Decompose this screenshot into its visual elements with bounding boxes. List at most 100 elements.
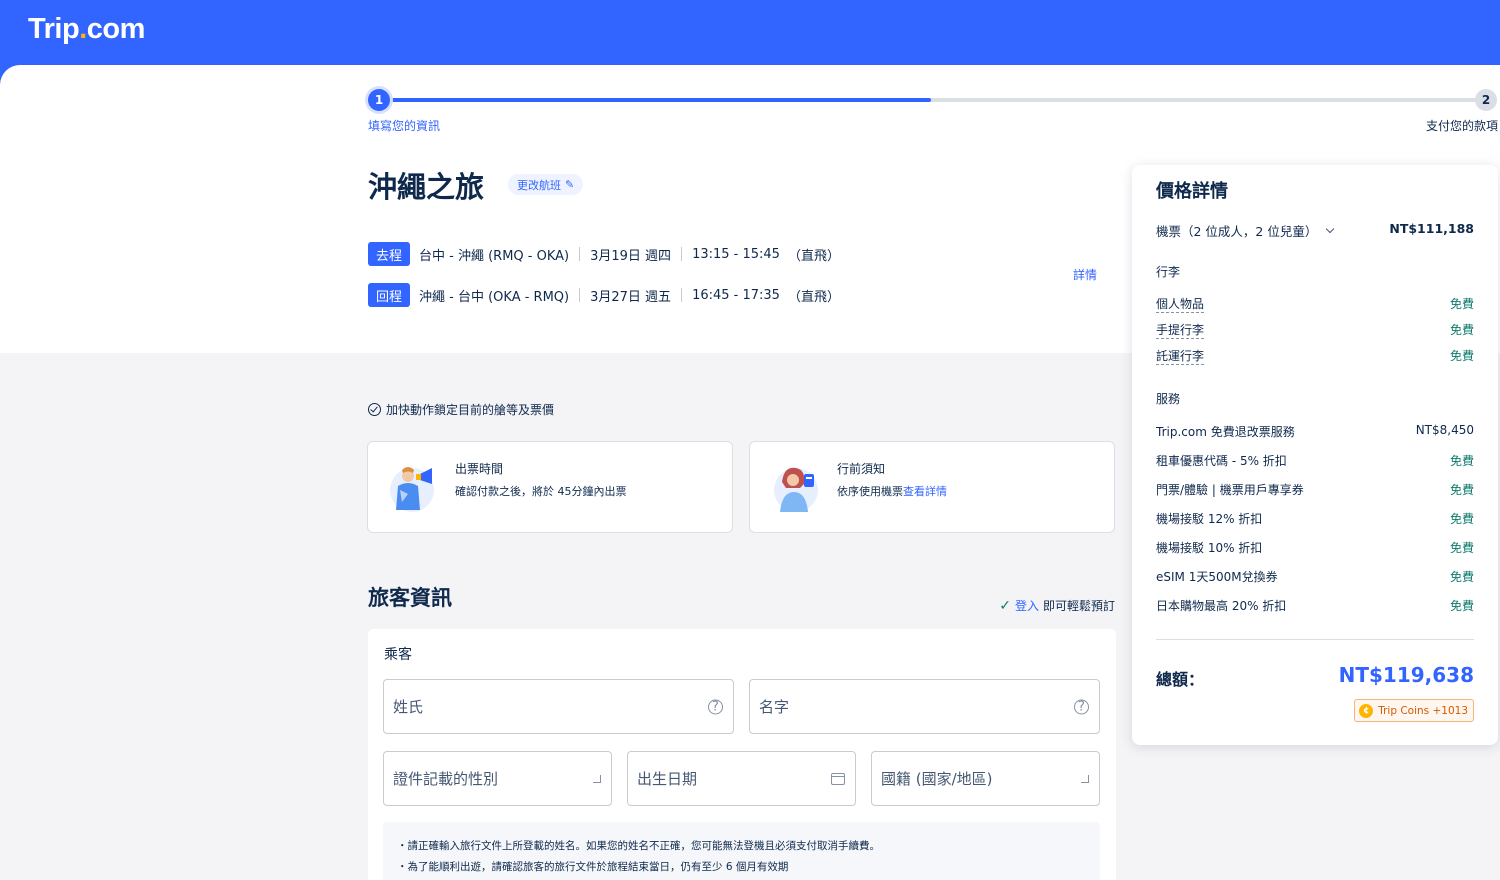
baggage-row: 託運行李 免費 [1156,347,1474,365]
outbound-type: （直飛） [787,248,840,264]
edit-icon: ✎ [565,178,575,191]
service-row: 日本購物最高 20% 折扣 免費 [1156,597,1474,615]
last-name-field[interactable]: 姓氏 ? [383,679,734,734]
date-of-birth-field[interactable]: 出生日期 [627,751,856,806]
service-value: 免費 [1449,483,1474,497]
nationality-placeholder: 國籍 (國家/地區) [881,770,993,788]
help-icon[interactable]: ? [1074,699,1089,714]
return-tag: 回程 [368,283,411,307]
services-heading: 服務 [1156,392,1181,406]
help-icon[interactable]: ? [708,699,723,714]
step-2-label: 支付您的款項 [1425,119,1498,133]
view-details-link[interactable]: 查看詳情 [903,485,947,498]
service-value: 免費 [1449,541,1474,555]
return-type: （直飛） [787,289,840,305]
passenger-form: 乘客 姓氏 ? 名字 ? 證件記載的性別 出生日期 國籍 (國家/地區) ・請正… [368,629,1116,880]
passenger-label: 乘客 [384,647,412,663]
baggage-heading: 行李 [1156,265,1181,279]
service-name: eSIM 1天500M兌換券 [1156,570,1278,584]
change-flight-button[interactable]: 更改航班 ✎ [508,174,584,195]
megaphone-person-illustration [390,467,434,512]
change-flight-label: 更改航班 [517,178,561,192]
price-details-panel: 價格詳情 機票（2 位成人，2 位兒童） NT$111,188 行李 個人物品 … [1132,165,1498,745]
ticket-label: 機票（2 位成人，2 位兒童） [1156,224,1318,239]
calendar-icon [831,772,845,785]
login-hint: ✓ 登入 即可輕鬆預訂 [999,597,1115,614]
coin-icon: ¢ [1359,703,1374,718]
service-row: 租車優惠代碼 - 5% 折扣 免費 [1156,452,1474,470]
service-name: 租車優惠代碼 - 5% 折扣 [1156,454,1287,468]
baggage-value: 免費 [1449,297,1474,311]
outbound-route: 台中 - 沖繩 (RMQ - OKA) [419,248,570,264]
step-2-indicator: 2 [1475,89,1497,111]
service-row: 門票/體驗 | 機票用戶專享券 免費 [1156,481,1474,499]
flight-details-link[interactable]: 詳情 [1073,266,1097,283]
outbound-tag: 去程 [368,242,411,266]
baggage-row: 手提行李 免費 [1156,321,1474,339]
baggage-row: 個人物品 免費 [1156,295,1474,313]
service-name: 機場接駁 12% 折扣 [1156,512,1263,526]
chevron-down-icon [1326,224,1335,233]
travel-notice-card: 行前須知 依序使用機票查看詳情 [749,441,1115,533]
divider [579,247,581,261]
last-name-placeholder: 姓氏 [393,698,424,716]
travel-notice-desc: 依序使用機票查看詳情 [837,483,947,499]
trip-coins-text: Trip Coins +1013 [1378,704,1468,717]
progress-fill [379,98,931,102]
chevron-down-icon [593,774,601,783]
price-details-title: 價格詳情 [1156,181,1228,202]
check-circle-icon [368,403,381,416]
baggage-name[interactable]: 託運行李 [1156,347,1205,365]
return-flight-row: 回程 沖繩 - 台中 (OKA - RMQ) 3月27日 週五 16:45 - … [368,282,840,308]
gender-select[interactable]: 證件記載的性別 [383,751,612,806]
service-value: 免費 [1449,512,1474,526]
service-row: eSIM 1天500M兌換券 免費 [1156,568,1474,586]
dob-placeholder: 出生日期 [637,770,698,788]
service-value: 免費 [1449,599,1474,613]
checkmark-icon: ✓ [999,597,1011,614]
outbound-date: 3月19日 週四 [590,248,672,264]
service-name: 門票/體驗 | 機票用戶專享券 [1156,483,1304,497]
service-row: 機場接駁 10% 折扣 免費 [1156,539,1474,557]
lock-fare-text: 加快動作鎖定目前的艙等及票價 [386,403,555,417]
service-row: Trip.com 免費退改票服務 NT$8,450 [1156,423,1474,441]
service-name: 機場接駁 10% 折扣 [1156,541,1263,555]
login-hint-text: 即可輕鬆預訂 [1042,599,1115,613]
outbound-time: 13:15 - 15:45 [692,246,780,262]
trip-logo[interactable]: Trip.com [28,13,145,46]
service-value: 免費 [1449,454,1474,468]
traveler-illustration [774,467,818,512]
service-name: Trip.com 免費退改票服務 [1156,425,1295,439]
ticketing-time-desc: 確認付款之後，將於 45分鐘內出票 [455,485,627,498]
total-price: NT$119,638 [1338,663,1474,687]
chevron-down-icon [1081,774,1089,783]
return-route: 沖繩 - 台中 (OKA - RMQ) [419,289,570,305]
trip-title: 沖繩之旅 [368,170,485,204]
service-name: 日本購物最高 20% 折扣 [1156,599,1287,613]
notice-line-2: ・為了能順利出遊，請確認旅客的旅行文件於旅程結束當日，仍有至少 6 個月有效期 [397,861,789,873]
baggage-name[interactable]: 手提行李 [1156,321,1205,339]
service-value: NT$8,450 [1415,423,1474,437]
header-corner [0,65,40,85]
travel-notice-title: 行前須知 [837,462,886,476]
login-link[interactable]: 登入 [1015,597,1039,614]
traveler-info-title: 旅客資訊 [368,586,452,610]
top-bar: Trip.com [0,0,1500,65]
ticket-breakdown-toggle[interactable]: 機票（2 位成人，2 位兒童） [1156,221,1335,240]
gender-placeholder: 證件記載的性別 [393,770,499,788]
total-label: 總額： [1156,670,1205,689]
service-row: 機場接駁 12% 折扣 免費 [1156,510,1474,528]
trip-coins-badge: ¢ Trip Coins +1013 [1354,699,1474,722]
first-name-field[interactable]: 名字 ? [749,679,1100,734]
notice-line-1: ・請正確輸入旅行文件上所登載的姓名。如果您的姓名不正確，您可能無法登機且必須支付… [397,840,880,852]
return-time: 16:45 - 17:35 [692,287,780,303]
ticket-price: NT$111,188 [1389,221,1474,236]
nationality-select[interactable]: 國籍 (國家/地區) [871,751,1100,806]
name-notice-box: ・請正確輸入旅行文件上所登載的姓名。如果您的姓名不正確，您可能無法登機且必須支付… [383,822,1100,880]
baggage-name[interactable]: 個人物品 [1156,295,1205,313]
lock-fare-notice: 加快動作鎖定目前的艙等及票價 [368,401,554,418]
divider [681,247,683,261]
first-name-placeholder: 名字 [759,698,790,716]
step-1-label: 填寫您的資訊 [368,119,441,133]
travel-notice-text: 依序使用機票 [837,485,903,498]
